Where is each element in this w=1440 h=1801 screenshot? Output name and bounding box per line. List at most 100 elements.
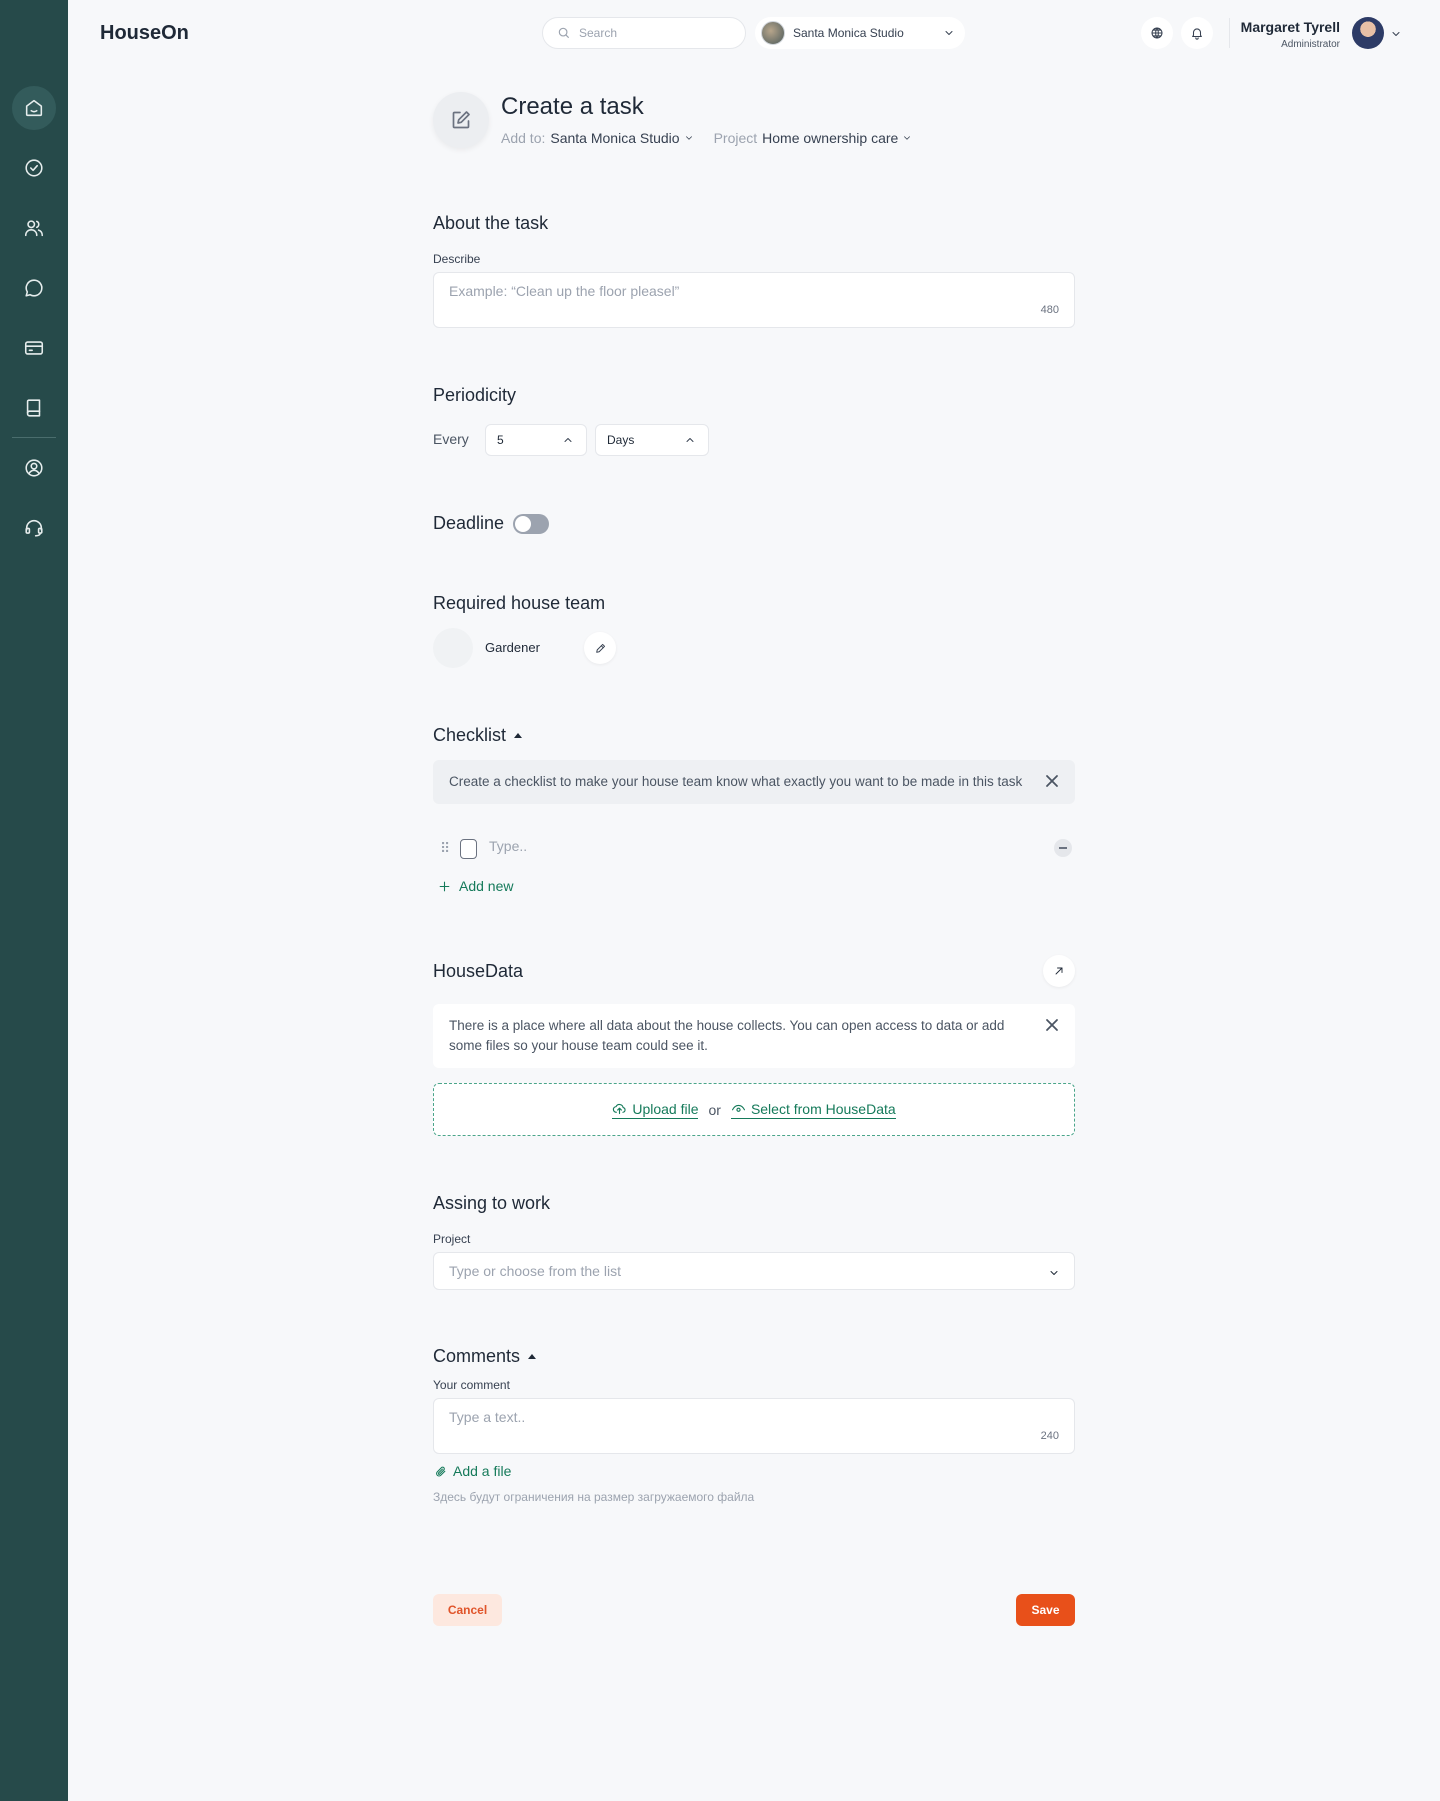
- sidebar-item-payments[interactable]: [12, 326, 56, 370]
- eye-icon: [731, 1104, 745, 1112]
- every-label: Every: [433, 431, 469, 447]
- plus-icon: [439, 881, 450, 891]
- checklist-item-input[interactable]: [489, 838, 989, 854]
- paperclip-icon: [436, 1466, 446, 1476]
- upload-file-link[interactable]: Upload file: [612, 1100, 699, 1119]
- select-from-housedata-link[interactable]: Select from HouseData: [730, 1101, 896, 1119]
- search-bar[interactable]: [542, 17, 746, 49]
- caret-up-icon: [528, 1354, 537, 1359]
- add-file-link[interactable]: Add a file: [434, 1463, 511, 1479]
- add-new-label: Add new: [459, 878, 514, 894]
- add-file-label: Add a file: [453, 1463, 512, 1479]
- page-title: Create a task: [501, 93, 644, 120]
- section-assign-title: Assing to work: [433, 1193, 551, 1213]
- card-icon: [24, 341, 44, 355]
- describe-field-wrapper: 480: [433, 272, 1075, 328]
- sidebar-item-profile[interactable]: [12, 446, 56, 490]
- assign-project-placeholder: Type or choose from the list: [449, 1263, 621, 1279]
- search-input[interactable]: [579, 26, 729, 40]
- app-logo[interactable]: HouseOn: [100, 22, 189, 45]
- deadline-toggle[interactable]: [513, 514, 549, 534]
- file-size-hint: Здесь будут ограничения на размер загруж…: [433, 1490, 755, 1504]
- section-comments-title: Comments: [433, 1346, 521, 1366]
- home-icon: [25, 99, 43, 117]
- file-drop-zone[interactable]: Upload file or Select from HouseData: [433, 1083, 1075, 1136]
- sidebar-item-home[interactable]: [12, 86, 56, 130]
- globe-icon: [1151, 27, 1163, 39]
- periodicity-unit-select[interactable]: Days: [595, 424, 709, 456]
- chevron-up-icon[interactable]: [684, 434, 696, 449]
- section-team-title: Required house team: [433, 593, 606, 613]
- checklist-info-banner: Create a checklist to make your house te…: [433, 760, 1075, 804]
- assign-project-select[interactable]: Type or choose from the list: [433, 1252, 1075, 1290]
- housedata-info-text: There is a place where all data about th…: [449, 1018, 1005, 1053]
- assign-project-label: Project: [433, 1232, 471, 1246]
- pencil-icon: [595, 643, 605, 653]
- chevron-down-icon: [902, 130, 912, 146]
- close-icon[interactable]: [1045, 1018, 1059, 1032]
- describe-field[interactable]: [434, 273, 1074, 327]
- chat-icon: [25, 279, 43, 297]
- add-to-label: Add to:: [501, 130, 546, 146]
- avatar: [433, 628, 473, 668]
- save-button[interactable]: Save: [1016, 1594, 1075, 1626]
- search-icon: [558, 27, 570, 39]
- open-housedata-button[interactable]: [1043, 955, 1075, 987]
- sidebar-item-library[interactable]: [12, 386, 56, 430]
- team-member-name: Gardener: [485, 640, 540, 655]
- checklist-info-text: Create a checklist to make your house te…: [449, 774, 1023, 789]
- add-new-checklist-item[interactable]: Add new: [438, 878, 513, 894]
- user-role: Administrator: [1281, 39, 1340, 50]
- project-dropdown[interactable]: Home ownership care: [762, 130, 898, 146]
- studio-label: Santa Monica Studio: [793, 26, 904, 40]
- profile-icon: [25, 459, 43, 477]
- cloud-upload-icon: [613, 1103, 626, 1115]
- arrow-up-right-icon: [1055, 967, 1063, 975]
- user-menu-chevron-icon[interactable]: [1390, 27, 1402, 45]
- checklist-item-checkbox[interactable]: [460, 839, 477, 859]
- comment-field[interactable]: [434, 1399, 1074, 1453]
- add-to-dropdown[interactable]: Santa Monica Studio: [550, 130, 679, 146]
- sidebar-divider: [12, 437, 56, 438]
- bell-icon: [1192, 28, 1202, 40]
- section-checklist-toggle[interactable]: Checklist: [433, 725, 523, 746]
- user-avatar[interactable]: [1352, 17, 1384, 49]
- task-context: Add to: Santa Monica Studio Project Home…: [501, 130, 912, 146]
- your-comment-label: Your comment: [433, 1378, 510, 1392]
- minus-icon: [1059, 847, 1067, 849]
- periodicity-count-stepper[interactable]: 5: [485, 424, 587, 456]
- caret-up-icon: [514, 733, 523, 738]
- task-edit-icon-badge: [433, 92, 489, 148]
- section-comments-toggle[interactable]: Comments: [433, 1346, 537, 1367]
- sidebar-item-messages[interactable]: [12, 266, 56, 310]
- header-divider: [1229, 18, 1230, 48]
- project-label: Project: [713, 130, 758, 146]
- studio-selector[interactable]: Santa Monica Studio: [755, 17, 965, 49]
- chevron-down-icon: [1048, 1266, 1060, 1282]
- remove-item-button[interactable]: [1054, 839, 1072, 857]
- studio-avatar: [761, 21, 785, 45]
- users-icon: [24, 220, 44, 237]
- section-periodicity-title: Periodicity: [433, 385, 517, 405]
- cancel-button[interactable]: Cancel: [433, 1594, 502, 1626]
- user-name[interactable]: Margaret Tyrell: [1241, 19, 1340, 35]
- sidebar-item-tasks[interactable]: [12, 146, 56, 190]
- comment-field-wrapper: 240: [433, 1398, 1075, 1454]
- periodicity-unit-value: Days: [607, 433, 635, 447]
- section-checklist-title: Checklist: [433, 725, 507, 745]
- edit-team-button[interactable]: [584, 632, 616, 664]
- drag-handle-icon[interactable]: ⠿: [440, 840, 450, 857]
- sidebar-item-team[interactable]: [12, 206, 56, 250]
- notifications-button[interactable]: [1181, 17, 1213, 49]
- globe-button[interactable]: [1141, 17, 1173, 49]
- section-about-title: About the task: [433, 213, 549, 233]
- upload-file-label: Upload file: [632, 1100, 699, 1117]
- edit-square-icon: [452, 111, 470, 129]
- sidebar-item-support[interactable]: [12, 506, 56, 550]
- chevron-up-icon[interactable]: [562, 434, 574, 449]
- describe-counter: 480: [1040, 304, 1059, 316]
- section-deadline-title: Deadline: [433, 513, 505, 533]
- comment-counter: 240: [1040, 1430, 1059, 1442]
- close-icon[interactable]: [1045, 774, 1059, 788]
- housedata-info-banner: There is a place where all data about th…: [433, 1004, 1075, 1068]
